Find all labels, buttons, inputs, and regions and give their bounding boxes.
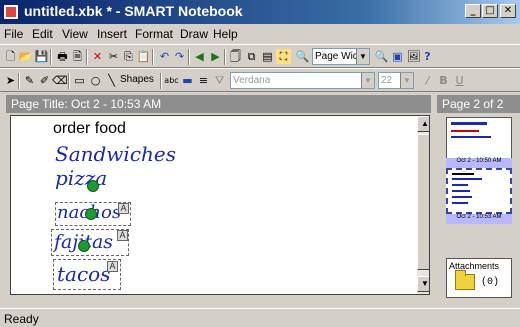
eraser-icon[interactable]: ⌫ [52,73,68,88]
select-arrow-icon[interactable]: ➤ [3,73,18,88]
line-color-icon[interactable]: ▬ [180,73,195,88]
fill-icon[interactable]: ⛛ [212,73,227,88]
typed-text[interactable]: order food [53,120,126,138]
zoom-in-icon[interactable]: 🔍 [374,49,389,64]
menu-format[interactable]: Format [135,27,173,41]
drawing-toolbar: ➤ ✎ ✐ ⌫ ▭ ○ ╲ Shapes abc ▬ ≡ ⛛ Verdana ▼… [0,68,520,92]
chevron-down-icon[interactable]: ▼ [361,73,374,88]
text-recognition-badge[interactable]: A [107,261,118,272]
print-icon[interactable]: 🖶 [55,49,70,64]
italic-button[interactable]: / [420,73,435,88]
attachments-panel[interactable]: Attachments (0) [446,258,512,298]
cut-icon[interactable]: ✂ [106,49,121,64]
menu-draw[interactable]: Draw [180,27,208,41]
dot-marker[interactable] [85,208,97,220]
dot-marker[interactable] [87,180,99,192]
scroll-thumb[interactable] [417,134,429,270]
status-bar: Ready [0,308,520,327]
dot-marker[interactable] [78,240,90,252]
gallery-icon[interactable]: 🖼 [406,49,421,64]
screen-capture-icon[interactable]: ⛶ [276,49,291,64]
delete-icon[interactable]: ✕ [90,49,105,64]
font-value: Verdana [233,75,271,86]
standard-toolbar: 🗋 📂 💾 🖶 🗎 ✕ ✂ ⎘ 📋 ↶ ↷ ◀ ▶ 🗍 ⧉ ▤ ⛶ 🔍 Page… [0,44,520,68]
vertical-scrollbar[interactable]: ▲ ▼ [417,116,429,294]
font-select[interactable]: Verdana ▼ [230,72,375,89]
underline-button[interactable]: U [452,73,467,88]
app-icon[interactable] [3,4,19,20]
undo-icon[interactable]: ↶ [157,49,172,64]
thumbnail-label: Oct 2 - 10:50 AM [446,158,512,168]
chevron-down-icon[interactable]: ▼ [356,49,369,64]
attachments-count: (0) [481,277,500,288]
clone-page-icon[interactable]: ⧉ [244,49,259,64]
size-value: 22 [381,75,393,86]
line-icon[interactable]: ╲ [104,73,119,88]
text-recognition-badge[interactable]: A [117,230,128,241]
menu-edit[interactable]: Edit [32,27,53,41]
zoom-value: Page Wic [315,51,358,62]
close-button[interactable]: ✕ [500,4,516,18]
title-bar: untitled.xbk * - SMART Notebook _ □ ✕ [0,0,520,24]
minimize-button[interactable]: _ [465,4,481,18]
zoom-icon[interactable]: 🔍 [295,49,310,64]
handwriting-pizza[interactable]: pizza [55,166,107,190]
open-icon[interactable]: 📂 [18,49,33,64]
help-icon[interactable]: ? [420,49,435,64]
page-count: Page 2 of 2 [437,95,520,113]
page-thumbnail-1[interactable] [446,117,512,163]
menu-file[interactable]: File [4,27,23,41]
handwriting-sandwiches[interactable]: Sandwiches [55,142,176,166]
menu-help[interactable]: Help [213,27,238,41]
text-recognition-badge[interactable]: A [118,203,129,214]
scroll-up-icon[interactable]: ▲ [417,116,429,132]
menu-bar: File Edit View Insert Format Draw Help [0,25,520,43]
handwriting-tacos[interactable]: tacos [57,262,110,286]
bold-button[interactable]: B [436,73,451,88]
redo-icon[interactable]: ↷ [172,49,187,64]
maximize-button[interactable]: □ [482,4,498,18]
size-select[interactable]: 22 ▼ [378,72,414,89]
zoom-select[interactable]: Page Wic ▼ [312,48,370,65]
whiteboard-canvas[interactable]: order food Sandwiches pizza nachos A faj… [10,115,430,295]
prev-page-icon[interactable]: ◀ [192,49,207,64]
rectangle-icon[interactable]: ▭ [72,73,87,88]
scroll-down-icon[interactable]: ▼ [417,276,429,292]
new-icon[interactable]: 🗋 [3,49,18,64]
next-page-icon[interactable]: ▶ [208,49,223,64]
save-icon[interactable]: 💾 [34,49,49,64]
insert-page-icon[interactable]: 🗍 [228,49,243,64]
copy-icon[interactable]: ⎘ [121,49,136,64]
line-style-icon[interactable]: ≡ [196,73,211,88]
pen-icon[interactable]: ✎ [22,73,37,88]
ellipse-icon[interactable]: ○ [88,73,103,88]
page-sort-icon[interactable]: ▤ [260,49,275,64]
chevron-down-icon[interactable]: ▼ [400,73,413,88]
shapes-button[interactable]: Shapes [120,74,154,85]
menu-insert[interactable]: Insert [97,27,127,41]
folder-icon[interactable] [455,270,475,290]
toggle-pane-icon[interactable]: ▣ [390,49,405,64]
paste-icon[interactable]: 📋 [136,49,151,64]
preview-icon[interactable]: 🗎 [70,49,85,64]
menu-view[interactable]: View [62,27,88,41]
page-title: Page Title: Oct 2 - 10:53 AM [6,95,431,113]
page-thumbnail-2[interactable] [446,168,512,214]
creative-pen-icon[interactable]: ✐ [37,73,52,88]
thumbnail-label: Oct 2 - 10:53 AM [446,214,512,224]
status-text: Ready [4,312,39,326]
text-icon[interactable]: abc [164,73,179,88]
window-title: untitled.xbk * - SMART Notebook [24,3,243,19]
